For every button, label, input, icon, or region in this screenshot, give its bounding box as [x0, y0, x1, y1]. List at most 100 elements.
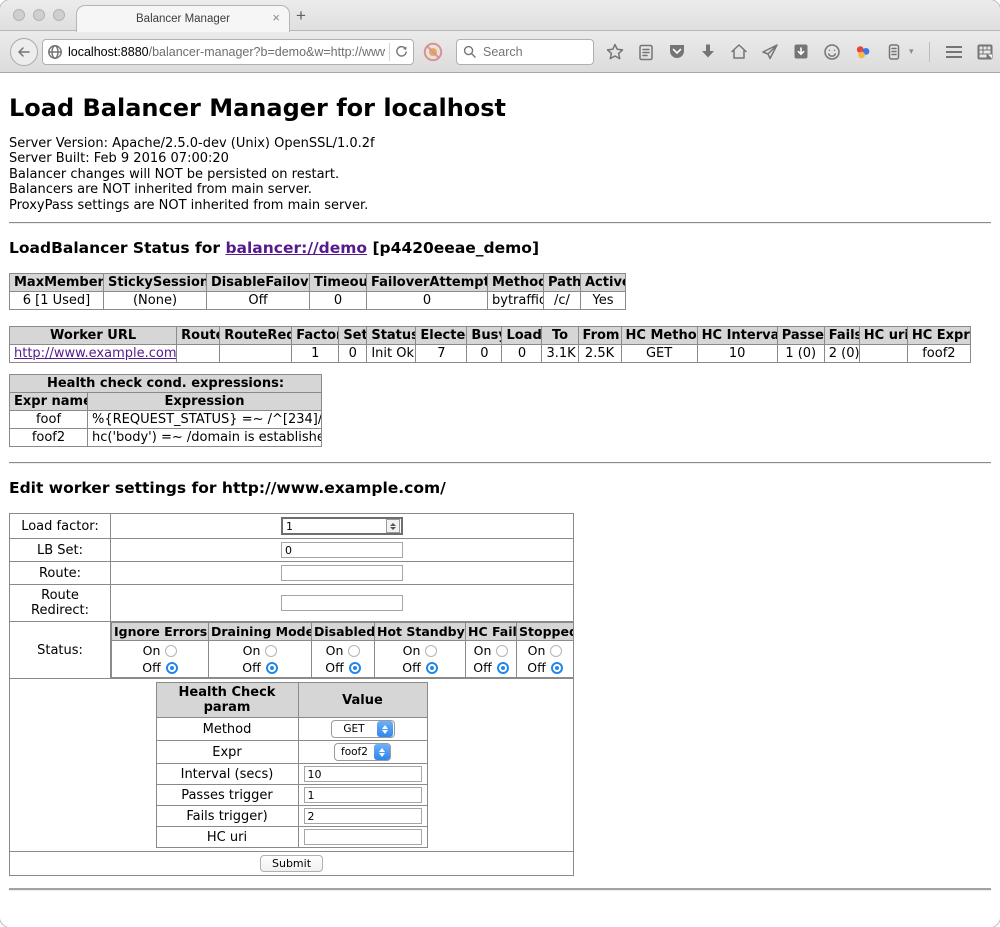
number-spinner-icon[interactable] [386, 519, 400, 533]
load-factor-input[interactable] [283, 520, 386, 533]
radio-stopped-on[interactable] [550, 645, 562, 657]
column-header: Value [298, 683, 427, 718]
radio-disabled-on[interactable] [348, 645, 360, 657]
health-expressions-table: Health check cond. expressions: Expr nam… [9, 374, 322, 447]
table-cell: 0 [467, 345, 502, 363]
method-select[interactable]: GET [331, 720, 395, 738]
hc-row-fails: Fails trigger) [156, 806, 427, 827]
server-info: Server Version: Apache/2.5.0-dev (Unix) … [9, 136, 991, 213]
route-input[interactable] [281, 565, 403, 581]
radio-label-on: On [326, 642, 344, 659]
column-header: Set [339, 327, 367, 345]
table-cell: Init Ok [367, 345, 416, 363]
reload-icon[interactable] [394, 44, 409, 59]
route-redirect-input[interactable] [281, 595, 403, 611]
column-header: Timeout [310, 274, 367, 292]
radio-label-on: On [474, 642, 492, 659]
radio-label-on: On [243, 642, 261, 659]
home-icon[interactable] [729, 42, 748, 61]
bookmark-star-icon[interactable] [605, 42, 624, 61]
url-text[interactable]: localhost:8880/balancer-manager?b=demo&w… [68, 45, 385, 59]
table-cell: bytraffic [488, 292, 544, 310]
feedback-smiley-icon[interactable] [822, 42, 841, 61]
radio-draining-mode-on[interactable] [265, 645, 277, 657]
browser-tab[interactable]: Balancer Manager × [76, 5, 290, 32]
balancers-notice-line: Balancers are NOT inherited from main se… [9, 182, 991, 197]
minimize-window-button[interactable] [33, 9, 45, 21]
table-cell: (None) [104, 292, 207, 310]
radio-stopped-off[interactable] [551, 662, 563, 674]
overflow-caret-icon[interactable]: ▾ [909, 46, 914, 57]
menu-hamburger-icon[interactable] [945, 42, 964, 61]
field-label: LB Set: [10, 539, 111, 562]
url-bar[interactable]: localhost:8880/balancer-manager?b=demo&w… [42, 39, 414, 65]
load-factor-input-wrap [281, 517, 403, 535]
column-header: Status [367, 327, 416, 345]
column-header: Factor [292, 327, 339, 345]
radio-hc-fail-off[interactable] [497, 662, 509, 674]
radio-hc-fail-on[interactable] [496, 645, 508, 657]
radio-label-off: Off [142, 659, 160, 676]
expr-select-value: foof2 [335, 746, 374, 758]
container-extension-icon[interactable] [884, 42, 903, 61]
content-blocker-icon[interactable] [423, 42, 443, 62]
downloads-icon[interactable] [698, 42, 717, 61]
hc-row-passes: Passes trigger [156, 785, 427, 806]
column-header: Stopped [517, 623, 574, 641]
persist-notice-line: Balancer changes will NOT be persisted o… [9, 167, 991, 182]
reading-list-icon[interactable] [636, 42, 655, 61]
send-tab-icon[interactable] [760, 42, 779, 61]
table-cell: /c/ [544, 292, 581, 310]
interval-input[interactable] [304, 766, 422, 782]
table-cell: 1 [292, 345, 339, 363]
radio-label-on: On [528, 642, 546, 659]
table-cell: 6 [1 Used] [10, 292, 104, 310]
page-title: Load Balancer Manager for localhost [9, 94, 991, 122]
table-title-row: Health check cond. expressions: [10, 375, 322, 393]
field-label: Status: [10, 622, 111, 679]
search-input[interactable] [481, 44, 575, 60]
fails-input[interactable] [304, 808, 422, 824]
lb-set-input[interactable] [281, 542, 403, 558]
grid-extension-icon[interactable] [976, 42, 995, 61]
new-tab-button[interactable]: + [296, 6, 306, 26]
worker-url-link[interactable]: http://www.example.com/ [14, 346, 177, 361]
table-cell: 0 [367, 292, 488, 310]
column-header: HC Fail [466, 623, 517, 641]
submit-button[interactable]: Submit [260, 855, 323, 872]
balancer-link[interactable]: balancer://demo [225, 239, 367, 257]
table-cell [177, 345, 220, 363]
radio-draining-mode-off[interactable] [266, 662, 278, 674]
radio-hot-standby-on[interactable] [425, 645, 437, 657]
column-header: HC Interval [697, 327, 777, 345]
passes-input[interactable] [304, 787, 422, 803]
hc-uri-input[interactable] [304, 829, 422, 845]
expr-select[interactable]: foof2 [334, 743, 391, 761]
column-header: Load [502, 327, 542, 345]
color-dots-extension-icon[interactable] [853, 42, 872, 61]
tab-title: Balancer Manager [136, 13, 230, 25]
tab-close-icon[interactable]: × [272, 10, 280, 25]
search-bar[interactable] [456, 39, 594, 65]
radio-hot-standby-off[interactable] [426, 662, 438, 674]
radio-label-off: Off [402, 659, 420, 676]
save-page-icon[interactable] [791, 42, 810, 61]
close-window-button[interactable] [13, 9, 25, 21]
worker-status-table: Worker URL Route RouteRedir Factor Set S… [9, 326, 971, 363]
field-label: Interval (secs) [156, 764, 298, 785]
expr-name-cell: foof [10, 411, 88, 429]
pocket-icon[interactable] [667, 42, 686, 61]
back-button[interactable] [10, 38, 38, 66]
worker-url-cell: http://www.example.com/ [10, 345, 177, 363]
traffic-lights [13, 9, 65, 21]
radio-ignore-errors-off[interactable] [166, 662, 178, 674]
table-cell: 7 [416, 345, 467, 363]
zoom-window-button[interactable] [53, 9, 65, 21]
radio-label-on: On [143, 642, 161, 659]
browser-window: Balancer Manager × + localhost:8880/bala… [0, 0, 1000, 927]
radio-disabled-off[interactable] [349, 662, 361, 674]
column-header: Expr name [10, 393, 88, 411]
search-icon [463, 45, 476, 58]
table-cell: 0 [339, 345, 367, 363]
radio-ignore-errors-on[interactable] [165, 645, 177, 657]
